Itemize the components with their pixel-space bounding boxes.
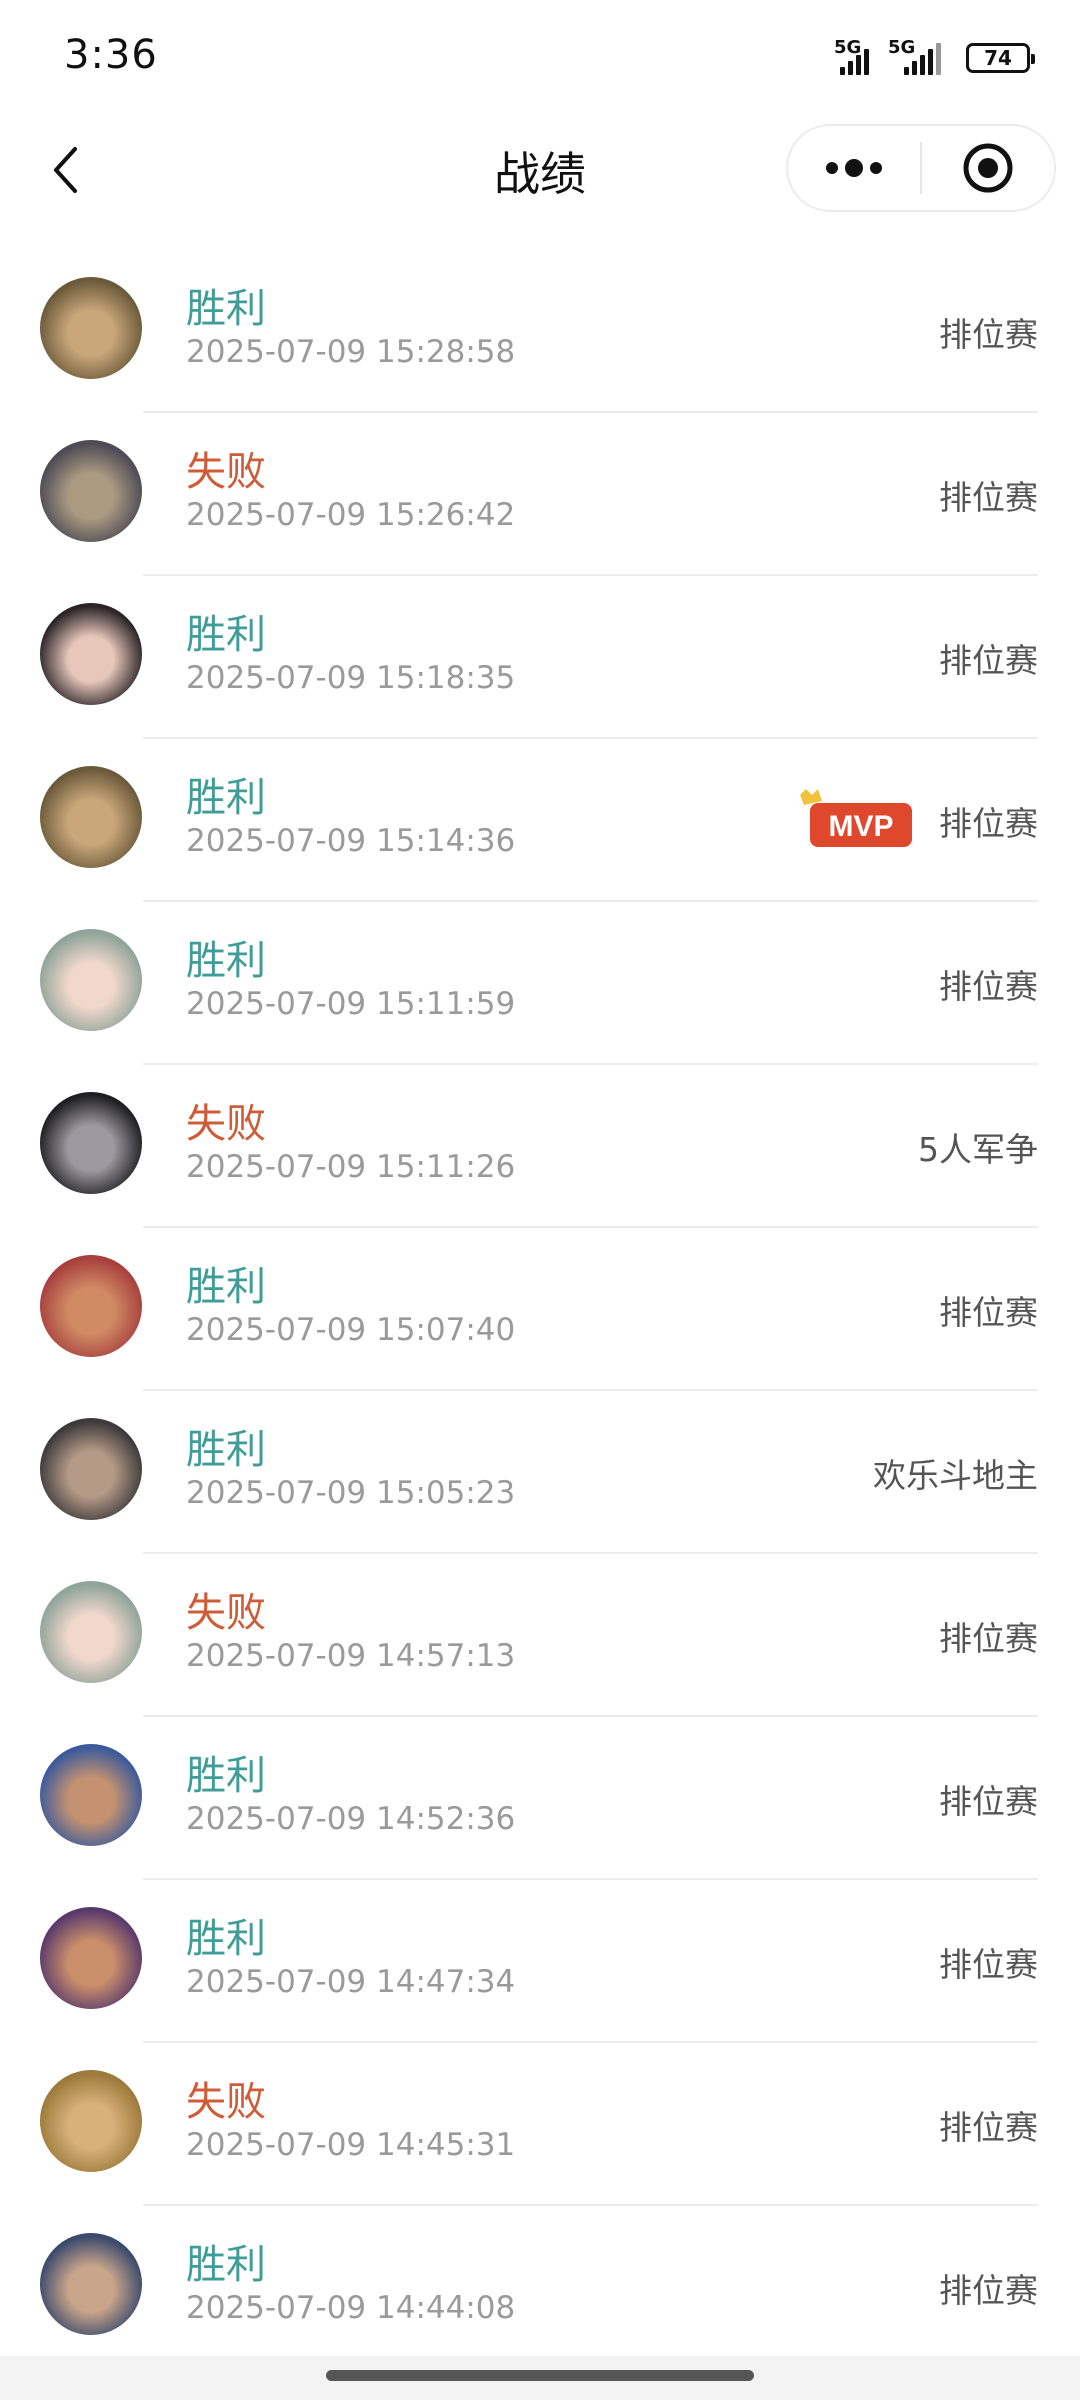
hero-avatar — [40, 929, 142, 1031]
match-result: 失败 — [186, 1101, 266, 1147]
match-time: 2025-07-09 14:57:13 — [186, 1638, 516, 1674]
match-result: 胜利 — [186, 612, 266, 658]
match-result: 胜利 — [186, 938, 266, 984]
match-record-row[interactable]: 失败 2025-07-09 14:45:31 排位赛 — [0, 2043, 1080, 2206]
close-mini-program-button[interactable] — [922, 126, 1054, 210]
match-record-row[interactable]: 失败 2025-07-09 15:11:26 5人军争 — [0, 1065, 1080, 1228]
match-record-list: 胜利 2025-07-09 15:28:58 排位赛 失败 2025-07-09 15:… — [0, 250, 1080, 2369]
battery-icon: 74 — [966, 43, 1035, 73]
match-record-row[interactable]: 失败 2025-07-09 15:26:42 排位赛 — [0, 413, 1080, 576]
match-time: 2025-07-09 15:05:23 — [186, 1475, 516, 1511]
match-result: 胜利 — [186, 1916, 266, 1962]
game-mode: 排位赛 — [939, 1782, 1038, 1821]
match-time: 2025-07-09 15:18:35 — [186, 660, 516, 696]
match-record-row[interactable]: 胜利 2025-07-09 15:14:36 MVP 排位赛 — [0, 739, 1080, 902]
status-bar: 3:36 5G 5G 74 — [0, 0, 1080, 110]
hero-avatar — [40, 1255, 142, 1357]
game-mode: 排位赛 — [939, 641, 1038, 680]
hero-avatar — [40, 1092, 142, 1194]
game-mode: 排位赛 — [939, 315, 1038, 354]
hero-avatar — [40, 2070, 142, 2172]
match-record-row[interactable]: 胜利 2025-07-09 15:05:23 欢乐斗地主 — [0, 1391, 1080, 1554]
match-time: 2025-07-09 14:47:34 — [186, 1964, 516, 2000]
game-mode: 欢乐斗地主 — [873, 1456, 1038, 1495]
battery-level: 74 — [984, 46, 1012, 70]
match-record-row[interactable]: 胜利 2025-07-09 15:18:35 排位赛 — [0, 576, 1080, 739]
status-time: 3:36 — [64, 32, 158, 78]
match-time: 2025-07-09 15:11:26 — [186, 1149, 516, 1185]
hero-avatar — [40, 1581, 142, 1683]
match-record-row[interactable]: 胜利 2025-07-09 15:11:59 排位赛 — [0, 902, 1080, 1065]
game-mode: 排位赛 — [939, 967, 1038, 1006]
match-record-row[interactable]: 胜利 2025-07-09 15:07:40 排位赛 — [0, 1228, 1080, 1391]
game-mode: 排位赛 — [939, 804, 1038, 843]
mvp-label: MVP — [828, 810, 893, 843]
match-result: 胜利 — [186, 1264, 266, 1310]
match-time: 2025-07-09 14:52:36 — [186, 1801, 516, 1837]
match-time: 2025-07-09 15:11:59 — [186, 986, 516, 1022]
match-time: 2025-07-09 15:07:40 — [186, 1312, 516, 1348]
hero-avatar — [40, 603, 142, 705]
match-result: 胜利 — [186, 1427, 266, 1473]
match-record-row[interactable]: 失败 2025-07-09 14:57:13 排位赛 — [0, 1554, 1080, 1717]
game-mode: 排位赛 — [939, 478, 1038, 517]
home-bar — [0, 2356, 1080, 2400]
status-icons: 5G 5G 74 — [834, 37, 1035, 78]
hero-avatar — [40, 1907, 142, 2009]
nav-bar: 战绩 — [0, 110, 1080, 230]
more-button[interactable] — [788, 126, 920, 210]
hero-avatar — [40, 1744, 142, 1846]
match-result: 胜利 — [186, 1753, 266, 1799]
hero-avatar — [40, 1418, 142, 1520]
game-mode: 排位赛 — [939, 1945, 1038, 1984]
match-result: 胜利 — [186, 2242, 266, 2288]
match-time: 2025-07-09 15:26:42 — [186, 497, 516, 533]
match-record-row[interactable]: 胜利 2025-07-09 14:47:34 排位赛 — [0, 1880, 1080, 2043]
mini-program-capsule — [786, 124, 1056, 212]
hero-avatar — [40, 277, 142, 379]
more-dots-icon — [826, 159, 882, 177]
match-time: 2025-07-09 14:44:08 — [186, 2290, 516, 2326]
hero-avatar — [40, 766, 142, 868]
network-type-label: 5G — [888, 37, 916, 58]
game-mode: 排位赛 — [939, 1293, 1038, 1332]
signal-icon: 5G — [888, 37, 952, 75]
match-result: 失败 — [186, 2079, 266, 2125]
home-indicator[interactable] — [326, 2370, 754, 2381]
match-result: 失败 — [186, 1590, 266, 1636]
hero-avatar — [40, 440, 142, 542]
network-type-label: 5G — [834, 37, 862, 58]
game-mode: 排位赛 — [939, 2108, 1038, 2147]
game-mode: 排位赛 — [939, 2271, 1038, 2310]
match-result: 胜利 — [186, 775, 266, 821]
game-mode: 5人军争 — [918, 1130, 1038, 1169]
match-time: 2025-07-09 15:28:58 — [186, 334, 516, 370]
match-record-row[interactable]: 胜利 2025-07-09 15:28:58 排位赛 — [0, 250, 1080, 413]
match-record-row[interactable]: 胜利 2025-07-09 14:52:36 排位赛 — [0, 1717, 1080, 1880]
mvp-badge: MVP — [800, 789, 912, 847]
match-record-row[interactable]: 胜利 2025-07-09 14:44:08 排位赛 — [0, 2206, 1080, 2369]
match-time: 2025-07-09 14:45:31 — [186, 2127, 516, 2163]
game-mode: 排位赛 — [939, 1619, 1038, 1658]
match-result: 胜利 — [186, 286, 266, 332]
target-close-icon — [963, 143, 1013, 193]
signal-icon: 5G — [834, 37, 876, 75]
match-result: 失败 — [186, 449, 266, 495]
hero-avatar — [40, 2233, 142, 2335]
match-time: 2025-07-09 15:14:36 — [186, 823, 516, 859]
